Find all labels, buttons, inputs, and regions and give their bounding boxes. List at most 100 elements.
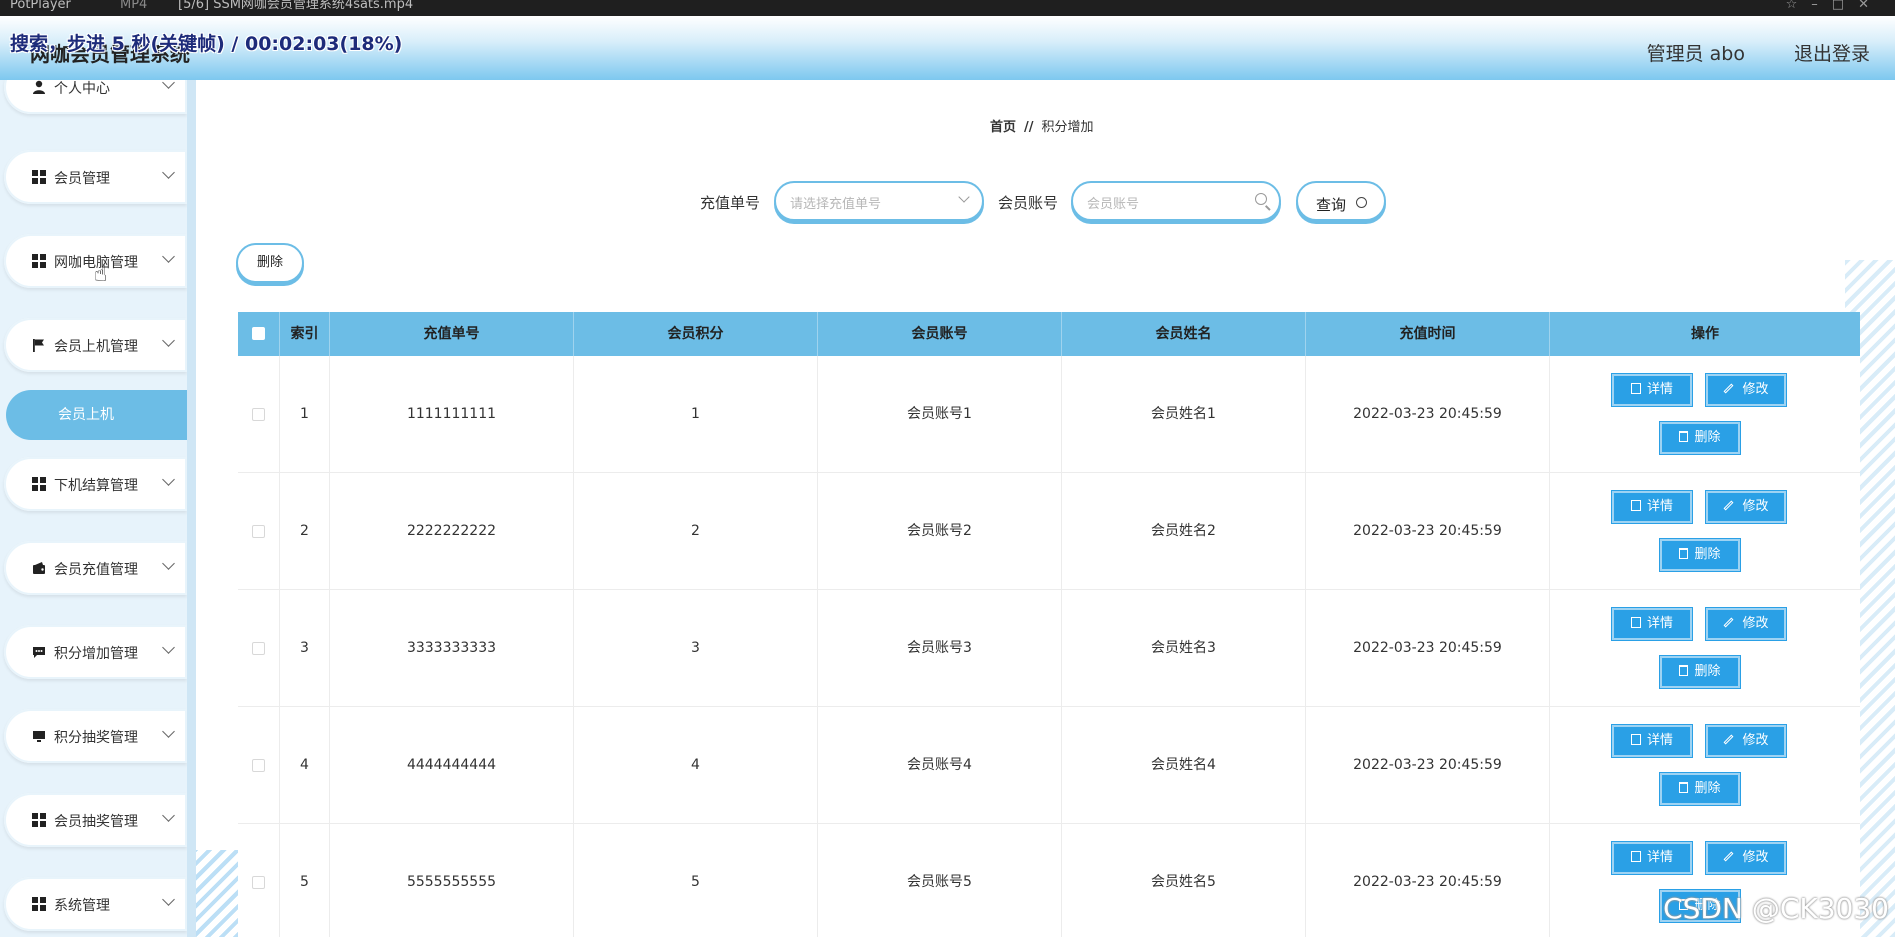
window-controls[interactable]: ☆–□✕ <box>1786 0 1883 13</box>
sidebar-subitem-member-online[interactable]: 会员上机 <box>6 390 187 440</box>
cell-account: 会员账号4 <box>818 707 1062 824</box>
sidebar-item-member-lottery-management[interactable]: 会员抽奖管理 <box>4 793 187 847</box>
detail-button[interactable]: 详情 <box>1612 842 1692 874</box>
chevron-down-icon <box>162 250 175 263</box>
user-icon <box>32 80 46 94</box>
edit-button[interactable]: 修改 <box>1706 491 1786 523</box>
sidebar-item-label: 会员管理 <box>54 171 110 187</box>
member-account-label: 会员账号 <box>998 194 1059 212</box>
edit-button-label: 修改 <box>1742 733 1769 748</box>
edit-button[interactable]: 修改 <box>1706 725 1786 757</box>
sidebar-item-label: 积分抽奖管理 <box>54 730 138 746</box>
edit-button[interactable]: 修改 <box>1706 608 1786 640</box>
main-content: 首页 // 积分增加 充值单号 请选择充值单号 会员账号 会员账号 查询 删除 索引… <box>196 80 1895 937</box>
sidebar-item-label: 会员上机管理 <box>54 339 138 355</box>
sidebar-item-label: 下机结算管理 <box>54 478 138 494</box>
sidebar-item-label: 会员抽奖管理 <box>54 814 138 830</box>
query-button[interactable]: 查询 <box>1296 181 1386 221</box>
cell-name: 会员姓名3 <box>1062 590 1306 707</box>
chevron-down-icon <box>162 725 175 738</box>
member-account-placeholder: 会员账号 <box>1087 197 1140 212</box>
cell-index: 4 <box>280 707 330 824</box>
member-account-input[interactable]: 会员账号 <box>1071 181 1281 221</box>
table-row: 5 5555555555 5 会员账号5 会员姓名5 2022-03-23 20:45:5… <box>238 824 1860 937</box>
trash-icon <box>1679 665 1689 676</box>
row-checkbox[interactable] <box>252 408 265 421</box>
cell-name: 会员姓名1 <box>1062 356 1306 473</box>
row-checkbox[interactable] <box>252 759 265 772</box>
sidebar-item-personal-center[interactable]: 个人中心 <box>4 80 187 114</box>
sidebar-item-checkout-management[interactable]: 下机结算管理 <box>4 457 187 511</box>
sidebar-item-recharge-management[interactable]: 会员充值管理 <box>4 541 187 595</box>
cell-points: 1 <box>574 356 818 473</box>
row-checkbox[interactable] <box>252 525 265 538</box>
cell-actions: 详情 修改删除 <box>1550 473 1860 590</box>
cell-order: 1111111111 <box>330 356 574 473</box>
player-app-name: PotPlayer <box>10 0 71 12</box>
cell-points: 4 <box>574 707 818 824</box>
grid-icon <box>32 813 46 827</box>
cell-index: 1 <box>280 356 330 473</box>
delete-button[interactable]: 删除 <box>1660 539 1740 571</box>
edit-button-label: 修改 <box>1742 382 1769 397</box>
row-checkbox[interactable] <box>252 642 265 655</box>
cell-index: 3 <box>280 590 330 707</box>
pen-icon <box>1724 851 1734 862</box>
table-row: 1 1111111111 1 会员账号1 会员姓名1 2022-03-23 20:45:5… <box>238 356 1860 473</box>
breadcrumb-separator: // <box>1024 120 1034 135</box>
sidebar-item-points-increase-management[interactable]: 积分增加管理 <box>4 625 187 679</box>
edit-button-label: 修改 <box>1742 616 1769 631</box>
batch-delete-button[interactable]: 删除 <box>236 243 304 283</box>
edit-button[interactable]: 修改 <box>1706 374 1786 406</box>
app-header: 网咖会员管理系统 搜索，步进 5 秒(关键帧) / 00:02:03(18%) … <box>0 16 1895 80</box>
detail-button[interactable]: 详情 <box>1612 725 1692 757</box>
logout-link[interactable]: 退出登录 <box>1794 39 1870 66</box>
select-all-checkbox[interactable] <box>252 327 265 340</box>
detail-button[interactable]: 详情 <box>1612 491 1692 523</box>
cell-account: 会员账号5 <box>818 824 1062 937</box>
cell-name: 会员姓名4 <box>1062 707 1306 824</box>
detail-button[interactable]: 详情 <box>1612 608 1692 640</box>
cell-account: 会员账号3 <box>818 590 1062 707</box>
column-header-actions: 操作 <box>1691 326 1719 342</box>
edit-button-label: 修改 <box>1742 499 1769 514</box>
column-header-index: 索引 <box>280 312 330 356</box>
cell-points: 5 <box>574 824 818 937</box>
cell-name: 会员姓名2 <box>1062 473 1306 590</box>
grid-icon <box>32 254 46 268</box>
cell-points: 2 <box>574 473 818 590</box>
row-select-cell <box>238 707 280 824</box>
sidebar-item-label: 系统管理 <box>54 898 110 914</box>
delete-button-label: 删除 <box>1694 430 1721 445</box>
breadcrumb: 首页 // 积分增加 <box>990 116 1094 135</box>
detail-button-label: 详情 <box>1646 382 1673 397</box>
delete-button-label: 删除 <box>1694 781 1721 796</box>
sidebar-item-points-lottery-management[interactable]: 积分抽奖管理 <box>4 709 187 763</box>
cell-index: 5 <box>280 824 330 937</box>
chevron-down-icon <box>162 557 175 570</box>
player-format: MP4 <box>120 0 148 12</box>
detail-button[interactable]: 详情 <box>1612 374 1692 406</box>
wallet-icon <box>32 561 46 575</box>
chevron-down-icon <box>162 809 175 822</box>
sidebar-item-system-management[interactable]: 系统管理 <box>4 877 187 931</box>
delete-button[interactable]: 删除 <box>1660 773 1740 805</box>
delete-button[interactable]: 删除 <box>1660 422 1740 454</box>
edit-button-label: 修改 <box>1742 850 1769 865</box>
order-number-select[interactable]: 请选择充值单号 <box>774 181 984 221</box>
sidebar-item-member-management[interactable]: 会员管理 <box>4 150 187 204</box>
trash-icon <box>1679 782 1689 793</box>
cell-time: 2022-03-23 20:45:59 <box>1306 707 1550 824</box>
cell-actions: 详情 修改删除 <box>1550 707 1860 824</box>
delete-button[interactable]: 删除 <box>1660 656 1740 688</box>
cell-order: 4444444444 <box>330 707 574 824</box>
document-icon <box>1630 617 1641 628</box>
breadcrumb-home[interactable]: 首页 <box>990 120 1016 135</box>
chevron-down-icon <box>162 641 175 654</box>
edit-button[interactable]: 修改 <box>1706 842 1786 874</box>
row-checkbox[interactable] <box>252 876 265 889</box>
document-icon <box>1630 851 1641 862</box>
sidebar-item-member-online-management[interactable]: 会员上机管理 <box>4 318 187 372</box>
document-icon <box>1630 734 1641 745</box>
pen-icon <box>1724 500 1734 511</box>
